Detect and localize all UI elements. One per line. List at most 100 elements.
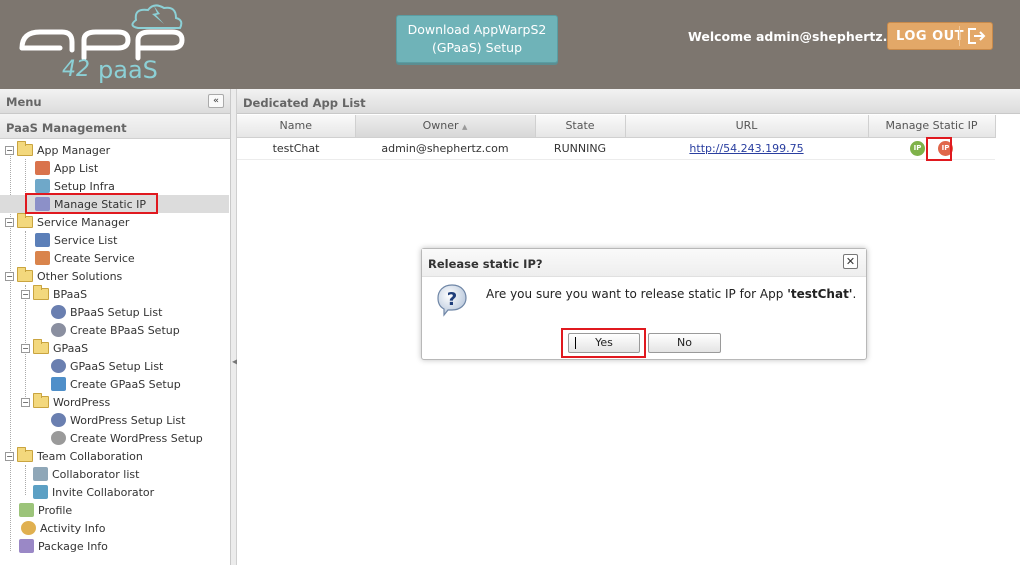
sidebar-item-service-manager[interactable]: − Service Manager bbox=[0, 213, 229, 231]
collaborators-icon bbox=[33, 467, 48, 481]
sidebar-item-label: Create WordPress Setup bbox=[70, 431, 203, 445]
assign-ip-icon[interactable]: IP bbox=[910, 140, 925, 156]
release-static-ip-dialog: Release static IP? ✕ ? Are you sure you … bbox=[421, 248, 867, 360]
sidebar-item-label: Setup Infra bbox=[54, 179, 115, 193]
sidebar-item-label: Create BPaaS Setup bbox=[70, 323, 180, 337]
dialog-header: Release static IP? ✕ bbox=[422, 249, 866, 277]
dialog-app-name: 'testChat' bbox=[787, 287, 853, 301]
gear-icon bbox=[51, 323, 66, 337]
sidebar-item-gpaas-setup-list[interactable]: GPaaS Setup List bbox=[0, 357, 229, 375]
sidebar-item-create-service[interactable]: Create Service bbox=[0, 249, 229, 267]
column-header-manage-static-ip[interactable]: Manage Static IP bbox=[868, 115, 996, 138]
activity-icon bbox=[21, 521, 36, 535]
sidebar-item-label: Service Manager bbox=[37, 215, 130, 229]
double-chevron-left-icon[interactable]: « bbox=[208, 94, 224, 108]
list-icon bbox=[51, 305, 66, 319]
sidebar-item-manage-static-ip[interactable]: Manage Static IP bbox=[0, 195, 229, 213]
collapse-toggle-icon[interactable]: − bbox=[5, 217, 14, 227]
yes-button[interactable]: Yes bbox=[568, 333, 640, 353]
sidebar-item-package-info[interactable]: Package Info bbox=[0, 537, 229, 555]
app-url-link[interactable]: http://54.243.199.75 bbox=[689, 142, 803, 155]
collapse-toggle-icon[interactable]: − bbox=[21, 397, 30, 407]
sidebar-item-gpaas[interactable]: − GPaaS bbox=[0, 339, 229, 357]
static-ip-icon bbox=[35, 197, 50, 211]
sidebar-item-create-wordpress-setup[interactable]: Create WordPress Setup bbox=[0, 429, 229, 447]
dialog-message: Are you sure you want to release static … bbox=[486, 287, 856, 301]
paas-management-section[interactable]: PaaS Management bbox=[0, 114, 230, 139]
collapse-toggle-icon[interactable]: − bbox=[21, 343, 30, 353]
sidebar-item-bpaas[interactable]: − BPaaS bbox=[0, 285, 229, 303]
release-ip-icon[interactable]: IP bbox=[938, 140, 953, 156]
sidebar-item-other-solutions[interactable]: − Other Solutions bbox=[0, 267, 229, 285]
collapse-toggle-icon[interactable]: − bbox=[5, 271, 14, 281]
sidebar-item-label: GPaaS bbox=[53, 341, 89, 355]
sidebar-item-create-bpaas-setup[interactable]: Create BPaaS Setup bbox=[0, 321, 229, 339]
download-label-line1: Download AppWarpS2 bbox=[407, 22, 547, 37]
svg-text:?: ? bbox=[447, 289, 457, 310]
sidebar-item-app-list[interactable]: App List bbox=[0, 159, 229, 177]
sidebar-item-label: Collaborator list bbox=[52, 467, 140, 481]
cell-manage-static-ip: IP IP bbox=[868, 137, 995, 160]
column-header-name[interactable]: Name bbox=[237, 115, 356, 138]
sidebar-item-activity-info[interactable]: Activity Info bbox=[0, 519, 229, 537]
download-appwarps2-button[interactable]: Download AppWarpS2 (GPaaS) Setup bbox=[396, 15, 558, 63]
welcome-text: Welcome admin@shephertz.com bbox=[688, 29, 917, 44]
no-button[interactable]: No bbox=[648, 333, 721, 353]
sidebar-item-label: BPaaS bbox=[53, 287, 88, 301]
service-list-icon bbox=[35, 233, 50, 247]
dialog-message-end: . bbox=[852, 287, 857, 301]
logout-separator bbox=[959, 26, 960, 46]
folder-icon bbox=[33, 339, 49, 354]
table-row[interactable]: testChat admin@shephertz.com RUNNING htt… bbox=[237, 137, 995, 160]
folder-icon bbox=[33, 393, 49, 408]
cell-app-name: testChat bbox=[237, 137, 355, 160]
dialog-message-text: Are you sure you want to release static … bbox=[486, 287, 788, 301]
app42-paas-logo: 42 paaS bbox=[19, 4, 185, 84]
no-button-label: No bbox=[677, 336, 692, 349]
sidebar-item-label: Profile bbox=[38, 503, 73, 517]
sidebar-title: Menu « bbox=[0, 89, 230, 114]
profile-icon bbox=[19, 503, 34, 517]
column-header-url[interactable]: URL bbox=[625, 115, 869, 138]
cell-state: RUNNING bbox=[535, 137, 625, 160]
sidebar-item-label: Other Solutions bbox=[37, 269, 123, 283]
page-title: Dedicated App List bbox=[237, 89, 1020, 114]
sidebar-item-label: Team Collaboration bbox=[37, 449, 143, 463]
sort-asc-icon: ▲ bbox=[462, 123, 468, 132]
collapse-toggle-icon[interactable]: − bbox=[21, 289, 30, 299]
sidebar-item-invite-collaborator[interactable]: Invite Collaborator bbox=[0, 483, 229, 501]
column-header-state[interactable]: State bbox=[535, 115, 626, 138]
sidebar-item-label: App List bbox=[54, 161, 99, 175]
download-label-line2: (GPaaS) Setup bbox=[431, 40, 523, 55]
table-header-row: Name Owner ▲ State URL Manage Static IP bbox=[237, 115, 996, 138]
close-icon[interactable]: ✕ bbox=[843, 254, 858, 269]
sidebar-menu: Menu « PaaS Management − App Manager App… bbox=[0, 89, 231, 565]
list-icon bbox=[51, 413, 66, 427]
sidebar-item-profile[interactable]: Profile bbox=[0, 501, 229, 519]
sidebar-item-service-list[interactable]: Service List bbox=[0, 231, 229, 249]
collapse-toggle-icon[interactable]: − bbox=[5, 145, 14, 155]
sidebar-item-label: Create GPaaS Setup bbox=[70, 377, 181, 391]
folder-icon bbox=[17, 141, 33, 156]
sidebar-item-bpaas-setup-list[interactable]: BPaaS Setup List bbox=[0, 303, 229, 321]
sidebar-item-create-gpaas-setup[interactable]: Create GPaaS Setup bbox=[0, 375, 229, 393]
create-service-icon bbox=[35, 251, 50, 265]
package-icon bbox=[19, 539, 34, 553]
question-icon: ? bbox=[437, 284, 467, 317]
wordpress-icon bbox=[51, 431, 66, 445]
logout-button[interactable]: LOG OUT bbox=[887, 22, 993, 50]
cell-url: http://54.243.199.75 bbox=[625, 137, 868, 160]
folder-icon bbox=[17, 447, 33, 462]
sidebar-item-setup-infra[interactable]: Setup Infra bbox=[0, 177, 229, 195]
sidebar-item-wordpress[interactable]: − WordPress bbox=[0, 393, 229, 411]
column-header-owner[interactable]: Owner ▲ bbox=[355, 115, 536, 138]
sidebar-item-collaborator-list[interactable]: Collaborator list bbox=[0, 465, 229, 483]
list-icon bbox=[51, 359, 66, 373]
sidebar-item-wordpress-setup-list[interactable]: WordPress Setup List bbox=[0, 411, 229, 429]
sidebar-item-label: WordPress bbox=[53, 395, 111, 409]
collapse-toggle-icon[interactable]: − bbox=[5, 451, 14, 461]
sidebar-item-team-collaboration[interactable]: − Team Collaboration bbox=[0, 447, 229, 465]
sidebar-item-app-manager[interactable]: − App Manager bbox=[0, 141, 229, 159]
list-icon bbox=[35, 161, 50, 175]
sidebar-item-label: GPaaS Setup List bbox=[70, 359, 164, 373]
